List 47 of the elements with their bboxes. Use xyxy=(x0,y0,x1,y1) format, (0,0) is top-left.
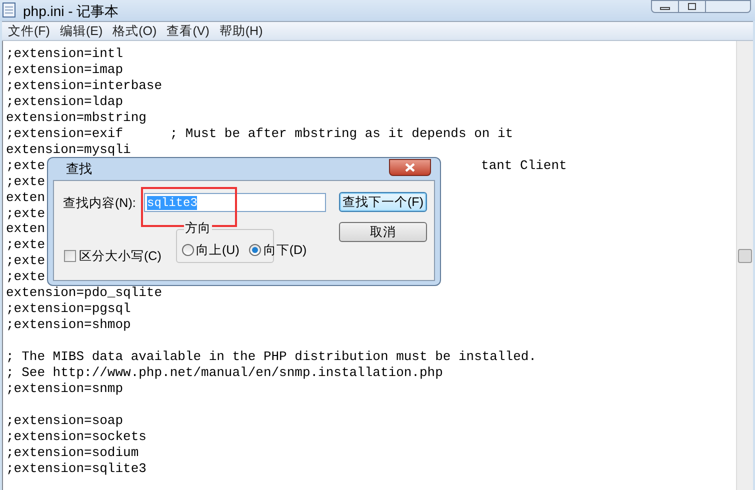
menu-item[interactable]: 查看(V) xyxy=(166,22,210,40)
dialog-title: 查找 xyxy=(66,160,92,178)
code-line: ;extension=interbase xyxy=(6,78,162,93)
code-line: ; See http://www.php.net/manual/en/snmp.installation.php xyxy=(6,366,443,380)
code-line: ;extension=exif ; Must be after mbstring as it depends on it xyxy=(6,126,514,141)
code-line: ;extension=sodium xyxy=(6,446,139,460)
code-line: ;extension=snmp xyxy=(6,382,124,396)
code-line: ;extension=soap xyxy=(6,414,124,428)
code-line: ;exte xyxy=(6,174,46,189)
code-line: ;exte xyxy=(6,238,46,252)
menu-item[interactable]: 文件(F) xyxy=(8,22,50,40)
code-line: extension=pdo_sqlite xyxy=(6,286,162,300)
code-line: ;exte xyxy=(6,158,46,173)
code-line: ;extension=shmop xyxy=(6,318,131,332)
close-icon xyxy=(405,163,415,172)
match-case-checkbox[interactable]: 区分大小写(C) xyxy=(64,247,162,266)
code-line: ;extension=intl xyxy=(6,46,124,61)
scroll-thumb[interactable] xyxy=(738,249,752,263)
window-title: php.ini - 记事本 xyxy=(23,2,119,21)
menu-item[interactable]: 编辑(E) xyxy=(60,22,103,40)
code-line: tant Client xyxy=(481,158,567,173)
code-line: exten xyxy=(6,222,46,236)
cancel-button[interactable]: 取消 xyxy=(339,222,427,242)
radio-option[interactable]: 向下(D) xyxy=(249,241,307,260)
code-line: ; The MIBS data available in the PHP distribution must be installed. xyxy=(6,350,536,364)
code-line: ;exte xyxy=(6,206,46,220)
menu-item[interactable]: 格式(O) xyxy=(112,22,157,40)
code-line: exten xyxy=(6,190,46,205)
minimize-button[interactable] xyxy=(651,0,679,13)
code-line: extension=mysqli xyxy=(6,142,131,157)
find-next-button[interactable]: 查找下一个(F) xyxy=(339,192,427,212)
code-line: ;extension=ldap xyxy=(6,94,124,109)
close-button[interactable] xyxy=(389,159,431,176)
code-line: ;extension=pgsql xyxy=(6,302,131,316)
notepad-icon xyxy=(1,2,17,18)
code-line: ;extension=sockets xyxy=(6,430,146,444)
scrollbar[interactable] xyxy=(736,41,753,490)
find-label: 查找内容(N): xyxy=(63,195,136,212)
maximize-button[interactable] xyxy=(679,0,706,13)
group-label: 方向 xyxy=(184,221,212,235)
code-line: extension=mbstring xyxy=(6,110,146,125)
code-line: ;exte xyxy=(6,270,46,284)
code-line: ;exte xyxy=(6,254,46,268)
code-line: ;extension=sqlite3 xyxy=(6,462,146,476)
menu-item[interactable]: 帮助(H) xyxy=(219,22,263,40)
radio-option[interactable]: 向上(U) xyxy=(182,241,240,260)
code-line: ;extension=imap xyxy=(6,62,124,77)
